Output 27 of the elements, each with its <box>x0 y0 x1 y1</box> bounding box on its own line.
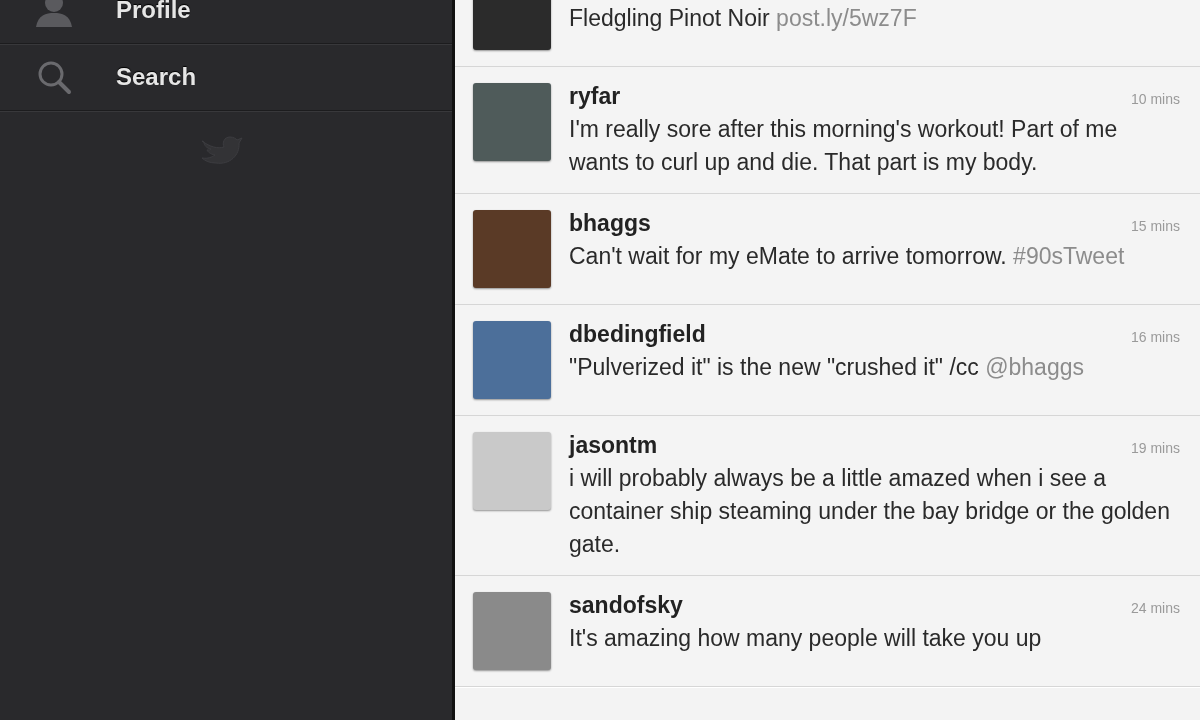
username[interactable]: bhaggs <box>569 210 651 237</box>
sidebar-item[interactable]: Search <box>0 44 452 111</box>
avatar-photo[interactable] <box>473 321 551 399</box>
avatar-photo[interactable] <box>473 83 551 161</box>
tweet-text: It's amazing how many people will take you up <box>569 624 1043 653</box>
timestamp: 24 mins <box>1130 600 1180 616</box>
timestamp: 19 mins <box>1130 440 1180 456</box>
tweet-text: Can't wait for my eMate to arrive tomorrow. #90sTweet <box>569 242 1126 271</box>
timestamp: 15 mins <box>1130 218 1180 234</box>
avatar-photo[interactable] <box>473 210 551 288</box>
tweet-text: "Pulverized it" is the new "crushed it" /cc @bhaggs <box>569 353 1085 382</box>
avatar-photo[interactable] <box>473 432 551 510</box>
username[interactable]: ryfar <box>569 83 621 110</box>
sidebar-label: Search <box>116 63 197 91</box>
timestamp: 10 mins <box>1130 91 1180 107</box>
person-icon <box>34 0 74 27</box>
sidebar-item[interactable]: Profile <box>0 0 452 44</box>
tweet-text: i will probably always be a little amazed when i see a container ship steaming under the bay bridge or the golden gate. <box>569 464 1171 559</box>
search-icon <box>36 59 72 95</box>
username[interactable]: sandofsky <box>569 592 683 619</box>
username[interactable]: jasontm <box>569 432 658 459</box>
tweet-text: Fledgling Pinot Noir post.ly/5wz7F <box>569 4 918 33</box>
username[interactable]: dbedingfield <box>569 321 706 348</box>
timestamp: 16 mins <box>1130 329 1180 345</box>
tweet-text: I'm really sore after this morning's workout! Part of me wants to curl up and die. That part is my body. <box>569 115 1119 177</box>
avatar-photo[interactable] <box>473 592 551 670</box>
sidebar-label: Profile <box>116 0 191 24</box>
